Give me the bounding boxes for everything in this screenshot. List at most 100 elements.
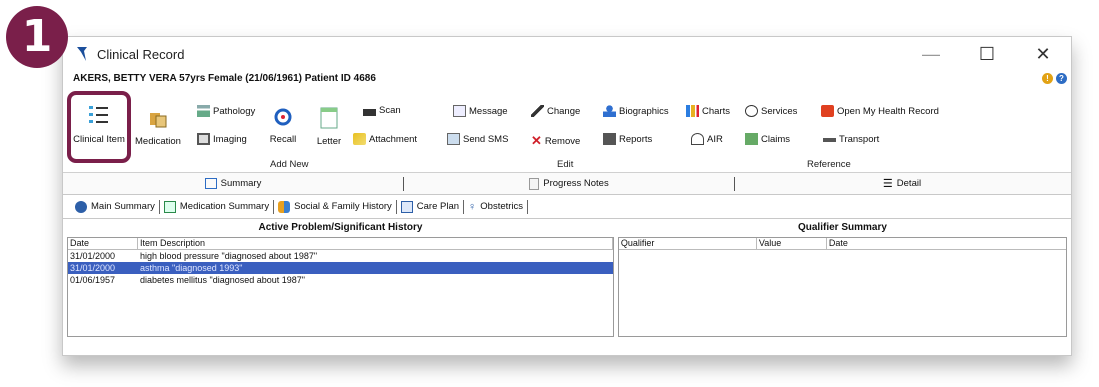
recall-icon [274, 108, 292, 126]
group-add-new: Add New [270, 159, 309, 170]
active-problem-title: Active Problem/Significant History [258, 222, 423, 233]
table-row-selected[interactable]: 31/01/2000 asthma "diagnosed 1993" [68, 262, 613, 274]
services-button[interactable]: Services [745, 105, 797, 117]
reports-button[interactable]: Reports [603, 133, 652, 145]
row-description: diabetes mellitus "diagnosed about 1987" [140, 275, 306, 285]
summary-tabs: Main Summary Medication Summary Social &… [63, 195, 1071, 219]
title-bar: Clinical Record — ☐ ✕ [63, 37, 1071, 71]
charts-label: Charts [702, 105, 730, 117]
column-date[interactable]: Date [68, 238, 138, 249]
clinical-item-button[interactable]: Clinical Item [69, 103, 129, 145]
view-summary[interactable]: Summary [63, 178, 403, 189]
medication-summary-icon [163, 200, 176, 213]
change-label: Change [547, 105, 581, 117]
pathology-button[interactable]: Pathology [197, 105, 255, 117]
clinical-item-label: Clinical Item [73, 134, 125, 145]
tab-label: Medication Summary [179, 201, 270, 212]
recall-button[interactable]: Recall [263, 107, 303, 145]
claims-label: Claims [761, 133, 791, 145]
letter-label: Letter [316, 136, 342, 147]
letter-button[interactable]: Letter [311, 107, 347, 147]
medication-label: Medication [135, 136, 181, 147]
scanner-icon [363, 108, 376, 116]
open-my-health-record-button[interactable]: Open My Health Record [821, 105, 939, 117]
active-problem-panel: Active Problem/Significant History Date … [67, 219, 614, 337]
column-date[interactable]: Date [827, 238, 1066, 249]
row-description: high blood pressure "diagnosed about 198… [140, 251, 318, 261]
person-icon [603, 105, 616, 117]
transport-button[interactable]: Transport [823, 133, 879, 145]
group-reference: Reference [807, 159, 851, 170]
patient-details: AKERS, BETTY VERA 57yrs Female (21/06/19… [73, 72, 376, 84]
clinical-record-window: Clinical Record — ☐ ✕ AKERS, BETTY VERA … [62, 36, 1072, 356]
help-icon[interactable]: ? [1056, 72, 1067, 84]
air-button[interactable]: AIR [691, 133, 723, 145]
tab-label: Social & Family History [294, 201, 392, 212]
qualifier-grid[interactable]: Qualifier Value Date [617, 237, 1067, 337]
alert-icon[interactable]: ! [1042, 72, 1053, 84]
column-item-description[interactable]: Item Description [138, 238, 613, 249]
letter-icon [320, 107, 338, 129]
biographics-button[interactable]: Biographics [603, 105, 669, 117]
scan-button[interactable]: Scan [363, 105, 401, 116]
sms-icon [447, 133, 460, 145]
ribbon-toolbar: Clinical Item Medication Pathology Imagi… [63, 85, 1071, 173]
column-qualifier[interactable]: Qualifier [619, 238, 757, 249]
pathology-icon [197, 105, 210, 117]
claims-button[interactable]: Claims [745, 133, 790, 145]
medication-icon [150, 113, 167, 128]
tab-social-family-history[interactable]: Social & Family History [274, 199, 397, 214]
globe-icon [745, 105, 758, 117]
imaging-label: Imaging [213, 133, 247, 145]
active-problem-grid[interactable]: Date Item Description 31/01/2000 high bl… [67, 237, 614, 337]
remove-button[interactable]: ✕ Remove [531, 133, 580, 149]
row-description: asthma "diagnosed 1993" [140, 263, 243, 273]
detail-list-icon: ☰ [882, 178, 893, 190]
claims-icon [745, 133, 758, 145]
column-value[interactable]: Value [757, 238, 827, 249]
charts-button[interactable]: Charts [686, 105, 730, 117]
window-title: Clinical Record [97, 46, 185, 62]
table-row[interactable]: 31/01/2000 high blood pressure "diagnose… [68, 250, 613, 262]
row-date: 31/01/2000 [70, 263, 116, 273]
tab-main-summary[interactable]: Main Summary [71, 199, 160, 214]
change-button[interactable]: Change [531, 105, 580, 117]
printer-icon [603, 133, 616, 145]
grid-header: Date Item Description [68, 238, 613, 250]
family-icon [278, 200, 291, 213]
bar-chart-icon [686, 105, 699, 117]
step-number-badge: 1 [6, 6, 68, 68]
remove-label: Remove [544, 135, 581, 147]
imaging-button[interactable]: Imaging [197, 133, 247, 145]
tab-obstetrics[interactable]: ♀ Obstetrics [464, 199, 529, 214]
row-date: 31/01/2000 [70, 251, 116, 261]
medication-button[interactable]: Medication [135, 109, 181, 147]
grid-header: Qualifier Value Date [618, 238, 1066, 250]
table-row[interactable]: 01/06/1957 diabetes mellitus "diagnosed … [68, 274, 613, 286]
list-icon [89, 106, 108, 123]
minimize-button[interactable]: — [903, 44, 959, 65]
close-button[interactable]: ✕ [1015, 44, 1071, 65]
attachment-label: Attachment [369, 133, 418, 145]
services-label: Services [761, 105, 798, 117]
view-detail[interactable]: ☰ Detail [735, 177, 1069, 190]
summary-panels: Active Problem/Significant History Date … [63, 219, 1071, 337]
send-sms-button[interactable]: Send SMS [447, 133, 508, 145]
tab-care-plan[interactable]: Care Plan [397, 199, 465, 214]
scan-label: Scan [379, 105, 401, 116]
reports-label: Reports [619, 133, 653, 145]
remove-icon: ✕ [531, 133, 542, 148]
maximize-button[interactable]: ☐ [959, 44, 1015, 65]
attachment-icon [353, 133, 366, 145]
tab-label: Main Summary [91, 201, 155, 212]
tab-medication-summary[interactable]: Medication Summary [160, 199, 275, 214]
female-symbol-icon: ♀ [468, 200, 477, 213]
view-progress-notes[interactable]: Progress Notes [404, 177, 734, 190]
pencil-icon [531, 105, 544, 117]
qualifier-panel: Qualifier Summary Qualifier Value Date [617, 219, 1067, 337]
attachment-button[interactable]: Attachment [353, 133, 417, 145]
health-record-icon [821, 105, 834, 117]
patient-banner: AKERS, BETTY VERA 57yrs Female (21/06/19… [63, 71, 1071, 85]
qualifier-title: Qualifier Summary [797, 222, 887, 233]
message-button[interactable]: Message [453, 105, 508, 117]
